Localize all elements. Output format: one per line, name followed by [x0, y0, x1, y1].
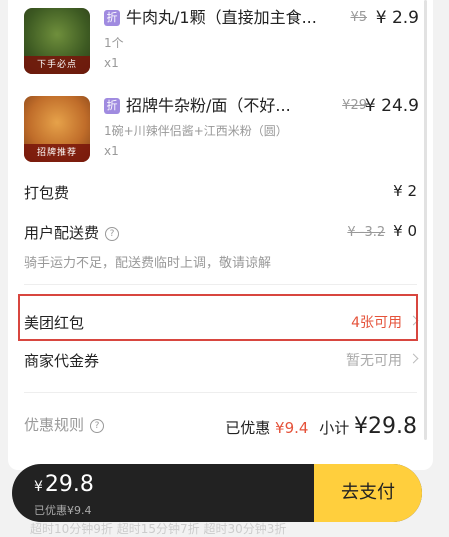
- discount-badge: 折: [104, 98, 120, 114]
- item-name: 招牌牛杂粉/面（不好...: [126, 96, 291, 115]
- chevron-right-icon: [408, 353, 419, 364]
- food-thumbnail: 下手必点: [24, 8, 90, 74]
- order-item: 招牌推荐 折 招牌牛杂粉/面（不好... 1碗+川辣伴侣酱+江西米粉（圆） x1…: [24, 96, 419, 176]
- divider: [24, 392, 417, 393]
- divider: [24, 284, 417, 285]
- packing-fee-value: ¥ 2: [393, 182, 417, 200]
- scrollbar[interactable]: [424, 0, 427, 440]
- pay-button[interactable]: 去支付: [314, 464, 422, 522]
- order-item: 下手必点 折 牛肉丸/1颗（直接加主食... 1个 x1 ¥5 ¥ 2.9: [24, 8, 419, 88]
- item-original-price: ¥29: [342, 98, 367, 113]
- item-qty: x1: [104, 56, 119, 70]
- delivery-fee-note: 骑手运力不足，配送费临时上调，敬请谅解: [24, 256, 272, 271]
- thumbnail-tag: 下手必点: [24, 56, 90, 74]
- packing-fee-label: 打包费: [24, 184, 70, 202]
- merchant-coupon-label: 商家代金券: [24, 352, 100, 370]
- delivery-fee-label: 用户配送费: [24, 224, 100, 242]
- checkout-discount: 已优惠¥9.4: [34, 504, 92, 517]
- item-price: ¥ 24.9: [364, 96, 419, 116]
- subtotal-value: ¥29.8: [354, 414, 417, 439]
- help-icon[interactable]: ?: [105, 226, 120, 241]
- saved-label: 已优惠: [225, 419, 271, 437]
- food-thumbnail: 招牌推荐: [24, 96, 90, 162]
- item-desc: 1个: [104, 36, 124, 50]
- order-card: 下手必点 折 牛肉丸/1颗（直接加主食... 1个 x1 ¥5 ¥ 2.9 招牌…: [8, 0, 433, 470]
- discount-badge: 折: [104, 10, 120, 26]
- checkout-bar: ¥29.8 已优惠¥9.4 去支付: [12, 464, 422, 522]
- delivery-fee-original: ¥ -3.2: [347, 225, 386, 240]
- overtime-discount-text: 超时10分钟9折 超时15分钟7折 超时30分钟3折: [30, 522, 287, 536]
- checkout-amount: 29.8: [44, 472, 94, 497]
- thumbnail-tag: 招牌推荐: [24, 144, 90, 162]
- help-icon[interactable]: ?: [90, 418, 105, 433]
- item-qty: x1: [104, 144, 119, 158]
- merchant-coupon-value: 暂无可用: [346, 353, 402, 369]
- subtotal-label: 小计: [319, 419, 350, 437]
- merchant-coupon-row[interactable]: 商家代金券 暂无可用: [24, 350, 419, 378]
- currency-symbol: ¥: [34, 479, 43, 495]
- packing-fee-row: 打包费 ¥ 2: [24, 182, 417, 210]
- item-price: ¥ 2.9: [375, 8, 419, 28]
- rules-label: 优惠规则: [24, 416, 85, 434]
- saved-value: ¥9.4: [275, 419, 309, 437]
- item-name: 牛肉丸/1颗（直接加主食...: [126, 8, 317, 27]
- summary-row: 优惠规则? 已优惠 ¥9.4 小计 ¥29.8: [24, 414, 417, 444]
- delivery-fee-row: 用户配送费? ¥ -3.2 ¥ 0: [24, 222, 417, 250]
- item-original-price: ¥5: [350, 10, 367, 25]
- delivery-fee-value: ¥ 0: [393, 222, 417, 240]
- item-desc: 1碗+川辣伴侣酱+江西米粉（圆）: [104, 124, 288, 138]
- highlight-box: [18, 294, 418, 341]
